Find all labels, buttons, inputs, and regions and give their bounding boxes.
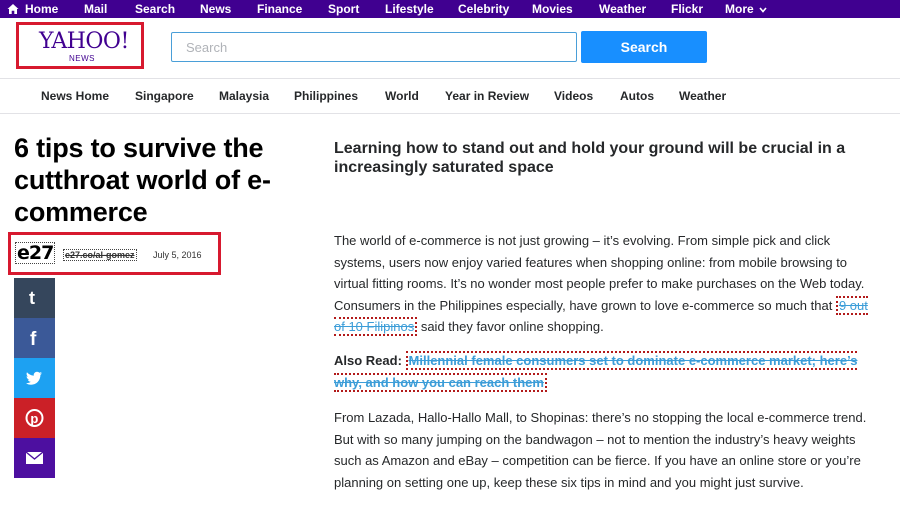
topnav-lifestyle[interactable]: Lifestyle — [385, 1, 434, 17]
source-logo[interactable]: e27 — [15, 242, 56, 264]
also-read-label: Also Read: — [334, 353, 402, 368]
logo-subtitle: NEWS — [69, 54, 95, 63]
twitter-icon — [26, 371, 42, 385]
article-subhead: Learning how to stand out and hold your … — [334, 140, 846, 176]
share-tumblr-button[interactable]: t — [14, 278, 55, 318]
section-malaysia[interactable]: Malaysia — [219, 89, 269, 103]
topnav-mail[interactable]: Mail — [84, 1, 107, 17]
section-news-home[interactable]: News Home — [41, 89, 109, 103]
author-link[interactable]: e27.co/al-gomez — [63, 249, 137, 261]
mail-icon — [25, 451, 44, 464]
tumblr-icon: t — [29, 288, 35, 308]
pinterest-icon: p — [25, 409, 44, 427]
section-weather[interactable]: Weather — [679, 89, 726, 103]
chevron-down-icon — [759, 7, 767, 13]
logo-wordmark: YAHOO! — [39, 29, 129, 54]
topnav-flickr[interactable]: Flickr — [671, 1, 703, 17]
byline: e27 e27.co/al-gomez July 5, 2016 — [8, 232, 221, 275]
yahoo-news-logo[interactable]: YAHOO! NEWS — [16, 22, 144, 69]
search-button[interactable]: Search — [581, 31, 707, 63]
topnav-celebrity[interactable]: Celebrity — [458, 1, 509, 17]
topnav-weather[interactable]: Weather — [599, 1, 646, 17]
facebook-icon: f — [30, 329, 37, 348]
topnav-more-label: More — [725, 2, 754, 16]
publish-date: July 5, 2016 — [153, 250, 202, 260]
share-twitter-button[interactable] — [14, 358, 55, 398]
topnav-home[interactable]: Home — [25, 1, 58, 17]
top-nav-bar: Home Mail Search News Finance Sport Life… — [0, 0, 900, 18]
svg-text:t: t — [29, 288, 35, 308]
section-autos[interactable]: Autos — [620, 89, 654, 103]
section-year-in-review[interactable]: Year in Review — [445, 89, 529, 103]
topnav-finance[interactable]: Finance — [257, 1, 302, 17]
search-input[interactable] — [171, 32, 577, 62]
topnav-news[interactable]: News — [200, 1, 231, 17]
topnav-sport[interactable]: Sport — [328, 1, 359, 17]
home-icon[interactable] — [7, 3, 19, 15]
article-paragraph-2: From Lazada, Hallo-Hallo Mall, to Shopin… — [334, 410, 867, 490]
section-videos[interactable]: Videos — [554, 89, 593, 103]
section-singapore[interactable]: Singapore — [135, 89, 194, 103]
also-read: Also Read: Millennial female consumers s… — [334, 350, 882, 393]
share-facebook-button[interactable]: f — [14, 318, 55, 358]
paragraph-text-end: said they favor online shopping. — [417, 319, 604, 334]
article-paragraph: The world of e-commerce is not just grow… — [334, 230, 882, 338]
section-nav: News Home Singapore Malaysia Philippines… — [0, 78, 900, 114]
also-read-link[interactable]: Millennial female consumers set to domin… — [334, 351, 858, 392]
share-pinterest-button[interactable]: p — [14, 398, 55, 438]
topnav-search[interactable]: Search — [135, 1, 175, 17]
section-world[interactable]: World — [385, 89, 419, 103]
svg-text:p: p — [30, 411, 38, 426]
svg-text:f: f — [30, 329, 37, 348]
section-philippines[interactable]: Philippines — [294, 89, 358, 103]
topnav-movies[interactable]: Movies — [532, 1, 573, 17]
share-mail-button[interactable] — [14, 438, 55, 478]
article-headline: 6 tips to survive the cutthroat world of… — [14, 133, 271, 227]
topnav-more[interactable]: More — [725, 1, 767, 17]
paragraph-text: The world of e-commerce is not just grow… — [334, 233, 865, 313]
